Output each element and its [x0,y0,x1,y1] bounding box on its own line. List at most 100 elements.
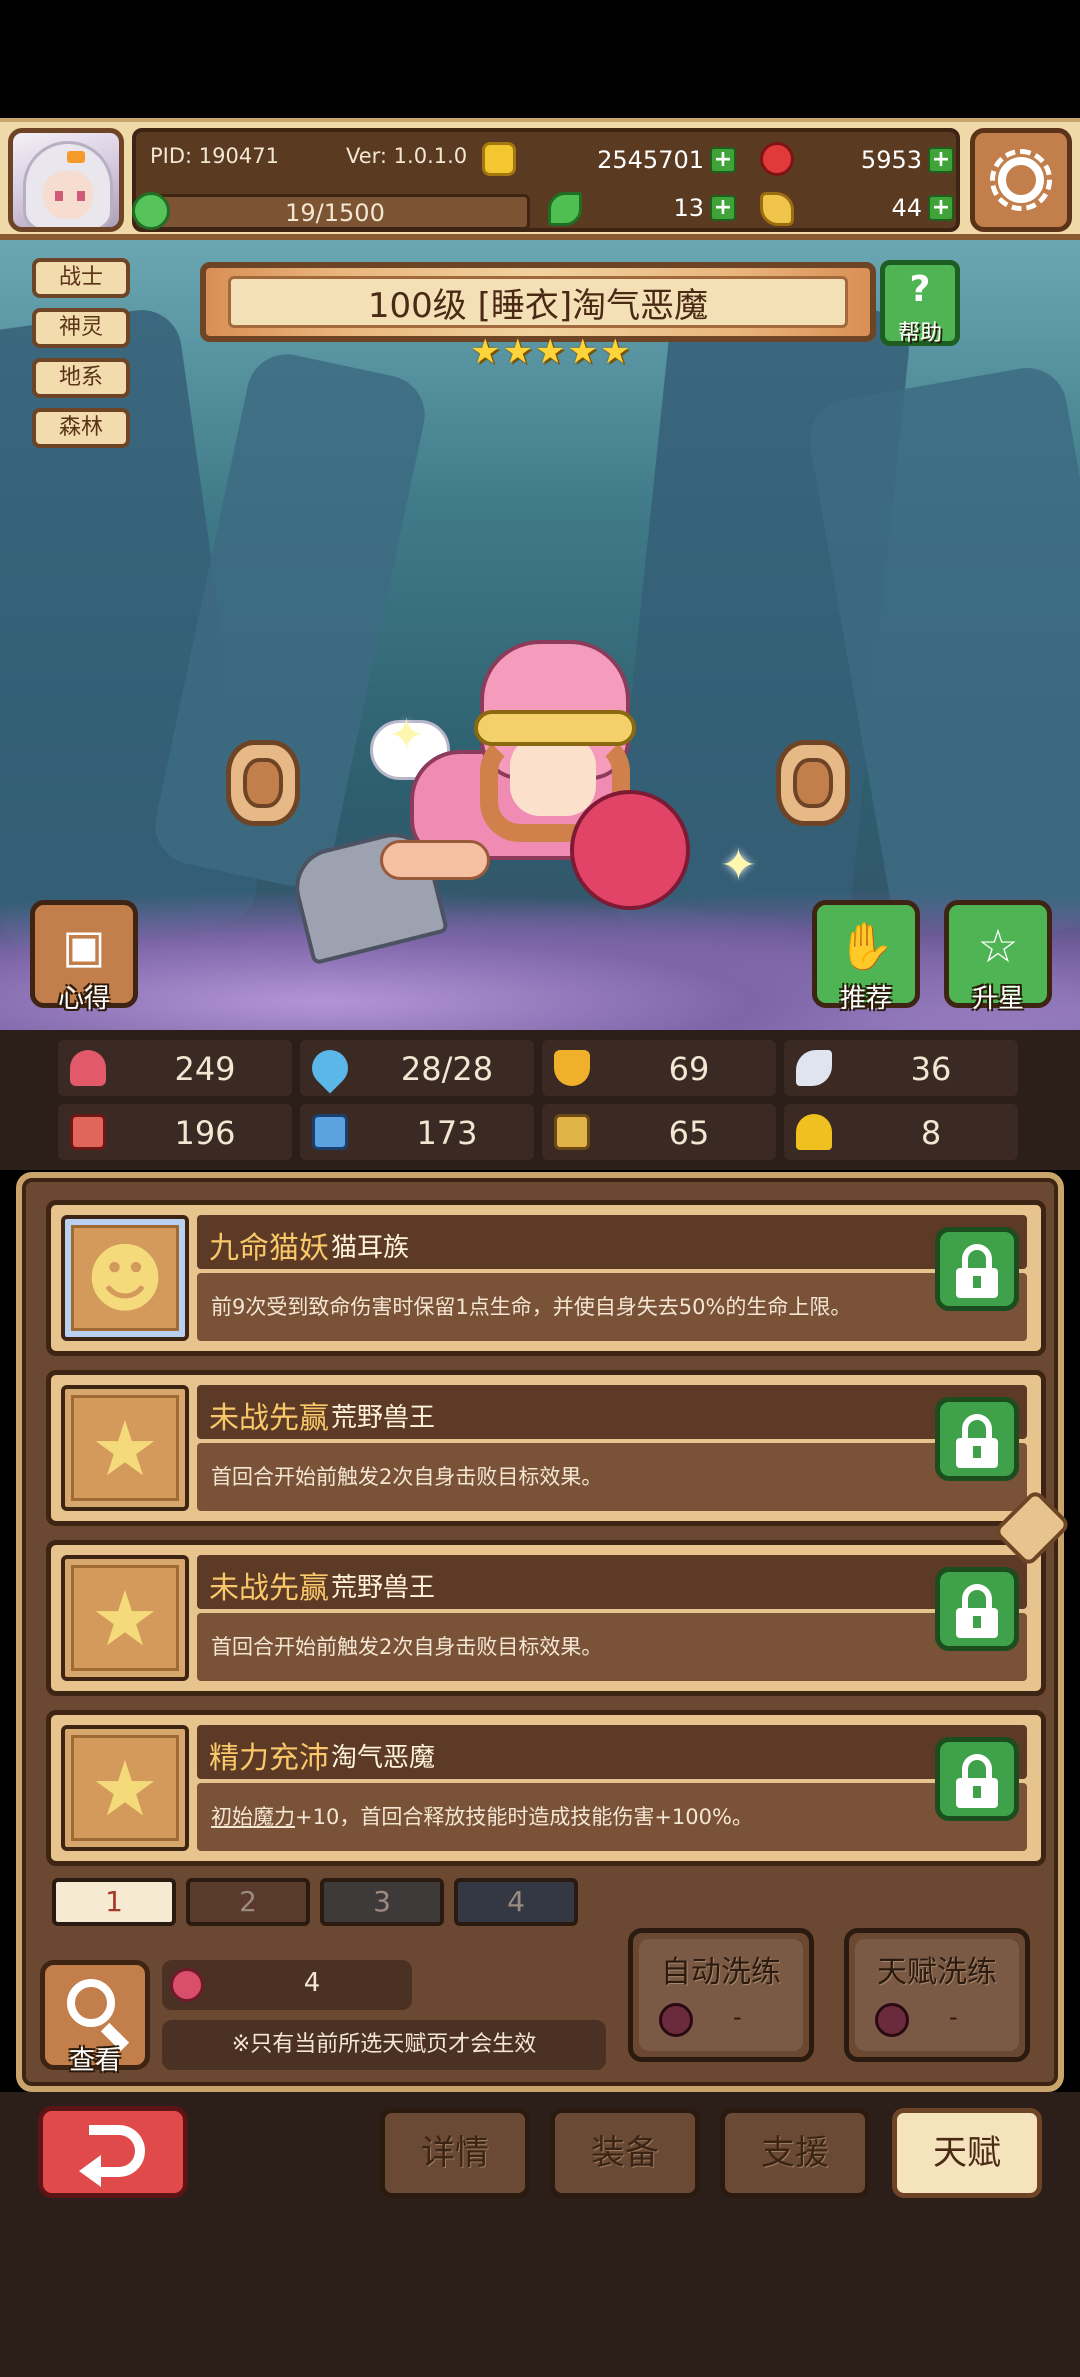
hero-title: 100级 [睡衣]淘气恶魔 [367,285,709,326]
talent-desc: 首回合开始前触发2次自身击败目标效果。 [211,1465,603,1489]
tab-equipment[interactable]: 装备 [550,2108,700,2198]
talent-race: 荒野兽王 [331,1403,436,1433]
energy-icon [132,192,170,230]
next-hero-button[interactable] [776,740,850,826]
stat-value: 8 [920,1114,942,1152]
tag-class[interactable]: 战士 [32,258,130,298]
hero-title-banner: 100级 [睡衣]淘气恶魔 [200,262,876,342]
tab-page-1[interactable]: 1 [52,1878,176,1926]
gem-amount: 5953 [860,146,922,174]
talent-slot-1[interactable]: ☻ 九命猫妖 猫耳族 前9次受到致命伤害时保留1点生命，并使自身失去50%的生命上… [46,1200,1046,1356]
talent-reset-label: 天赋洗练 [877,1955,997,1990]
star-icon: ★ [567,332,598,372]
add-clovers-button[interactable]: + [710,195,736,221]
tab-talent[interactable]: 天赋 [892,2108,1042,2198]
talent-slot-2[interactable]: ★ 未战先赢 荒野兽王 首回合开始前触发2次自身击败目标效果。 [46,1370,1046,1526]
heart-icon [70,1050,106,1086]
horseshoe-icon [796,1114,832,1150]
talent-desc: 初始魔力+10，首回合释放技能时造成技能伤害+100%。 [211,1801,753,1831]
talent-slot-3[interactable]: ★ 未战先赢 荒野兽王 首回合开始前触发2次自身击败目标效果。 [46,1540,1046,1696]
scroll-icon [554,1114,590,1150]
stat-value: 249 [174,1050,236,1088]
star-icon: ★ [599,332,631,372]
recommend-button[interactable]: ✋ 推荐 [812,900,920,1014]
thumbs-up-icon: ✋ [837,919,895,973]
stat-resist: 65 [542,1104,776,1160]
talent-slot-4[interactable]: ★ 精力充沛 淘气恶魔 初始魔力+10，首回合释放技能时造成技能伤害+100%。 [46,1710,1046,1866]
lock-button[interactable] [935,1567,1019,1651]
notebook-icon: ▣ [62,919,106,973]
view-button[interactable]: 查看 [40,1960,150,2076]
stat-speed: 36 [784,1040,1018,1096]
berry-icon [875,2003,909,2037]
lock-button[interactable] [935,1227,1019,1311]
talent-name: 九命猫妖 [209,1231,329,1266]
help-button[interactable]: ? 帮助 [880,260,960,346]
tab-support[interactable]: 支援 [720,2108,870,2198]
talent-desc-text: +10，首回合释放技能时造成技能伤害+100%。 [295,1805,753,1829]
gold-amount: 2545701 [597,146,704,174]
horn-amount: 44 [891,194,922,222]
add-horns-button[interactable]: + [928,195,954,221]
talent-reset-button[interactable]: 天赋洗练 - [844,1928,1030,2062]
stat-magic: 173 [300,1104,534,1160]
notes-label: 心得 [57,984,110,1014]
player-avatar[interactable] [8,128,124,232]
tab-page-3[interactable]: 3 [320,1878,444,1926]
tab-details[interactable]: 详情 [380,2108,530,2198]
talent-race: 淘气恶魔 [331,1743,436,1773]
clover-counter: 13 + [586,190,736,226]
tag-terrain[interactable]: 森林 [32,408,130,448]
stat-value: 69 [668,1050,710,1088]
berry-icon [170,1968,204,2002]
auto-reset-label: 自动洗练 [661,1955,781,1990]
prev-hero-button[interactable] [226,740,300,826]
top-bar: PID: 190471 Ver: 1.0.1.0 2545701 + 5953 … [0,118,1080,240]
page-notice: ※只有当前所选天赋页才会生效 [162,2020,606,2070]
talent-name: 未战先赢 [209,1401,329,1436]
add-gems-button[interactable]: + [928,147,954,173]
help-label: 帮助 [897,321,942,346]
talent-race: 荒野兽王 [331,1573,436,1603]
settings-button[interactable] [970,128,1072,232]
auto-reset-button[interactable]: 自动洗练 - [628,1928,814,2062]
talent-page-tabs: 1 2 3 4 [30,1878,590,1928]
stat-luck: 8 [784,1104,1018,1160]
gem-counter: 5953 + [796,142,954,178]
notes-button[interactable]: ▣ 心得 [30,900,138,1014]
tab-page-2[interactable]: 2 [186,1878,310,1926]
sparkle-icon: ✦ [720,840,757,891]
star-icon: ★ [71,1735,179,1841]
drop-icon [304,1042,356,1094]
star-icon: ★ [502,332,533,372]
sparkle-icon: ✦ [388,710,425,761]
stat-value: 173 [416,1114,478,1152]
talent-thumb: ☻ [61,1215,189,1341]
tag-element[interactable]: 地系 [32,358,130,398]
energy-value: 19/1500 [285,199,385,227]
tag-faction[interactable]: 神灵 [32,308,130,348]
stat-mana: 28/28 [300,1040,534,1096]
initial-mana-link[interactable]: 初始魔力 [211,1805,295,1829]
berry-icon [659,2003,693,2037]
clover-amount: 13 [673,194,704,222]
hero-stats: 249 28/28 69 36 196 173 65 8 [0,1030,1080,1170]
game-version: Ver: 1.0.1.0 [346,144,468,168]
fist-icon [70,1114,106,1150]
clover-icon [548,192,582,226]
stat-value: 65 [668,1114,710,1152]
lock-button[interactable] [935,1397,1019,1481]
add-gold-button[interactable]: + [710,147,736,173]
tab-page-4[interactable]: 4 [454,1878,578,1926]
talent-thumb: ★ [61,1725,189,1851]
back-button[interactable] [38,2106,188,2198]
red-gem-icon [760,142,794,176]
lock-button[interactable] [935,1737,1019,1821]
talent-desc: 前9次受到致命伤害时保留1点生命，并使自身失去50%的生命上限。 [211,1295,852,1319]
talent-race: 猫耳族 [331,1233,410,1263]
right-arrow-icon [793,758,833,808]
horn-icon [760,192,794,226]
hero-tags: 战士 神灵 地系 森林 [32,258,130,448]
upstar-button[interactable]: ☆ 升星 [944,900,1052,1014]
gear-icon [990,149,1052,211]
